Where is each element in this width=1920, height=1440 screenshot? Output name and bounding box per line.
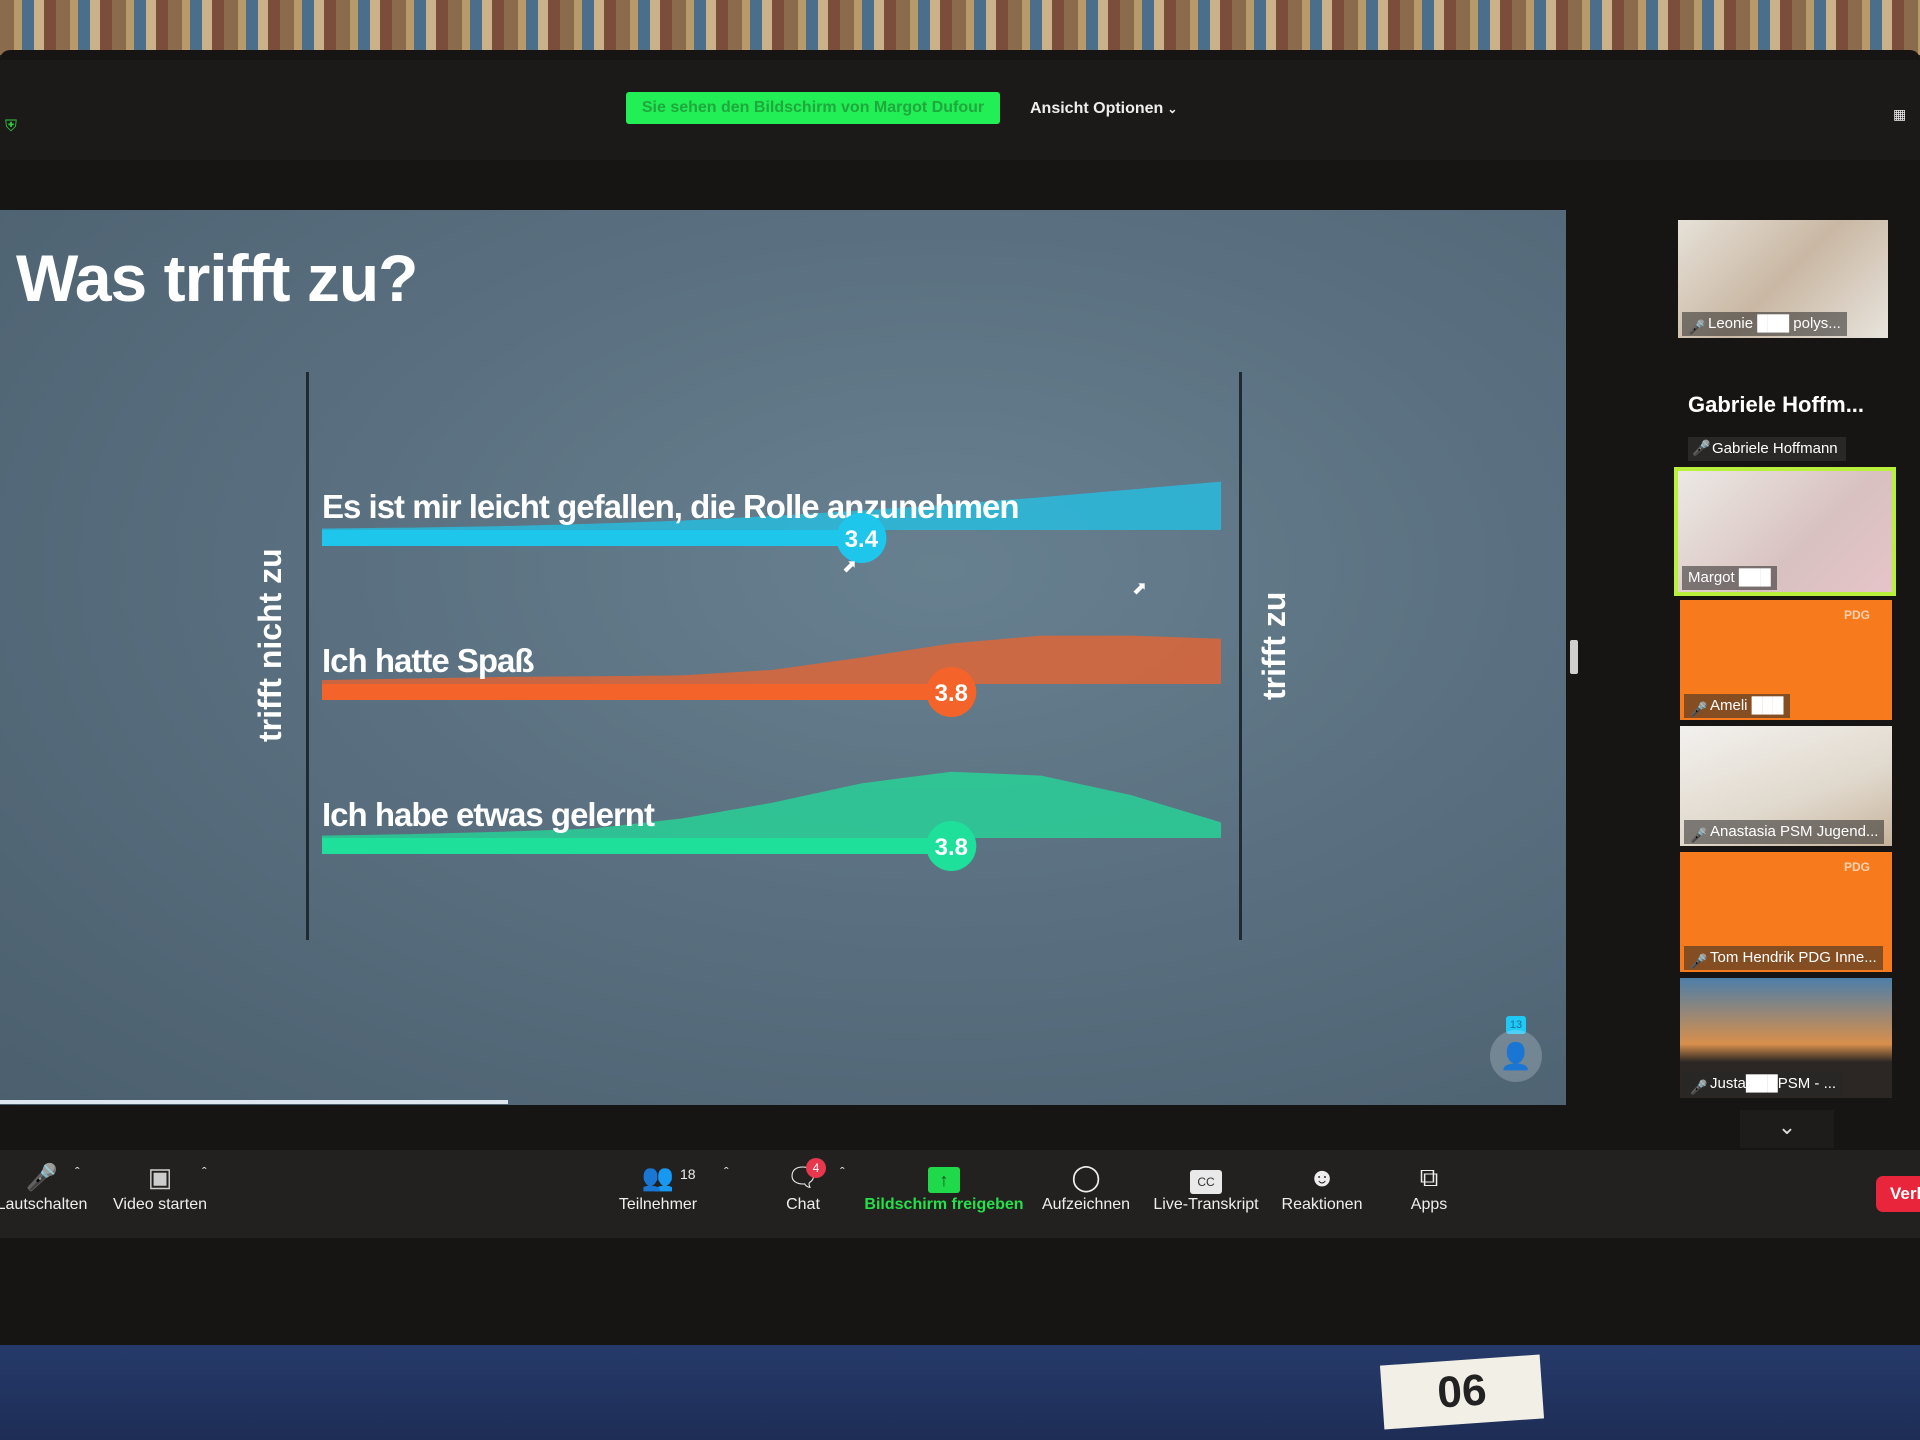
participant-name-text: Gabriele Hoffmann	[1712, 440, 1838, 457]
statement-label: Es ist mir leicht gefallen, die Rolle an…	[322, 488, 1019, 525]
slide-progress-bar	[0, 1100, 508, 1104]
participant-name-text: Anastasia PSM Jugend...	[1710, 823, 1879, 840]
smiley-plus-icon: ☻	[1308, 1162, 1336, 1192]
background-logo: PDG	[1843, 860, 1870, 874]
participants-label: Teilnehmer	[618, 1196, 698, 1213]
mean-value-label: 3.4	[845, 526, 879, 553]
muted-mic-icon: 🎤	[1690, 953, 1708, 969]
reactions-label: Reaktionen	[1281, 1196, 1363, 1213]
leave-meeting-button[interactable]: Verl	[1876, 1176, 1920, 1212]
start-video-label: Video starten	[113, 1196, 207, 1213]
chat-options-caret-icon[interactable]: ˆ	[840, 1164, 845, 1180]
photo-background: ⛨ Sie sehen den Bildschirm von Margot Du…	[0, 0, 1920, 1440]
share-screen-icon-wrap: ↑	[864, 1160, 1024, 1194]
participant-name: 🎤 Ameli ███	[1684, 694, 1790, 718]
participant-name: 🎤 Anastasia PSM Jugend...	[1684, 820, 1885, 844]
chevron-down-icon: ⌄	[1777, 1114, 1797, 1139]
share-screen-icon: ↑	[928, 1167, 960, 1193]
record-icon: ◯	[1071, 1162, 1101, 1192]
mouse-cursor-icon: ⬈	[1132, 578, 1148, 598]
participant-name-text: Leonie ███ polys...	[1708, 315, 1841, 332]
chat-button[interactable]: 🗨 Chat	[770, 1160, 836, 1214]
record-button[interactable]: ◯ Aufzeichnen	[1036, 1160, 1136, 1214]
muted-mic-icon: 🎤	[1688, 319, 1706, 335]
participant-name-text: Justa███PSM - ...	[1710, 1075, 1837, 1092]
muted-mic-icon: 🎤	[1690, 827, 1708, 843]
apps-button[interactable]: ⧉ Apps	[1402, 1160, 1456, 1214]
mean-bar	[322, 684, 952, 700]
active-speaker-tile[interactable]: Margot ███	[1674, 467, 1896, 596]
statement-label: Ich habe etwas gelernt	[322, 796, 655, 833]
cc-icon-wrap: CC	[1150, 1160, 1262, 1194]
participant-name: Margot ███	[1682, 566, 1777, 590]
inventory-sticker: 06	[1379, 1354, 1545, 1430]
mean-bar	[322, 838, 952, 854]
participant-name-text: Ameli ███	[1710, 697, 1784, 714]
live-transcript-button[interactable]: CC Live-Transkript	[1150, 1160, 1262, 1214]
mean-value-label: 3.8	[935, 834, 968, 861]
audience-person-icon[interactable]: 👤	[1490, 1030, 1542, 1082]
live-transcript-label: Live-Transkript	[1153, 1196, 1259, 1213]
apps-label: Apps	[1410, 1196, 1448, 1213]
audio-options-caret-icon[interactable]: ˆ	[75, 1164, 80, 1180]
background-logo: PDG	[1843, 608, 1870, 622]
closed-caption-icon: CC	[1190, 1170, 1222, 1194]
video-options-caret-icon[interactable]: ˆ	[202, 1164, 207, 1180]
participant-name: 🎤 Gabriele Hoffmann	[1688, 437, 1846, 461]
share-screen-button[interactable]: ↑ Bildschirm freigeben	[864, 1160, 1024, 1214]
participant-tile[interactable]: 🎤 Anastasia PSM Jugend...	[1680, 726, 1892, 846]
muted-mic-icon: 🎤	[1690, 1079, 1708, 1095]
chat-bubble-icon: 🗨	[786, 1162, 820, 1192]
participant-tile[interactable]: PDG 🎤 Tom Hendrik PDG Inne...	[1680, 852, 1892, 972]
mean-bar	[322, 530, 862, 546]
participant-name: 🎤 Tom Hendrik PDG Inne...	[1684, 946, 1883, 970]
unmute-label: Lautschalten	[0, 1196, 88, 1213]
laptop-base	[0, 1345, 1920, 1440]
participant-tile[interactable]: 🎤 Justa███PSM - ...	[1680, 978, 1892, 1098]
reactions-button[interactable]: ☻ Reaktionen	[1276, 1160, 1368, 1214]
unread-chat-badge: 4	[806, 1158, 826, 1178]
participant-name-text: Tom Hendrik PDG Inne...	[1710, 949, 1877, 966]
mouse-cursor-icon: ⬈	[842, 556, 858, 576]
chat-label: Chat	[786, 1196, 820, 1213]
split-view-drag-handle[interactable]	[1570, 640, 1578, 674]
record-label: Aufzeichnen	[1041, 1196, 1131, 1213]
participant-tile[interactable]: 🎤 Leonie ███ polys...	[1678, 220, 1888, 338]
participant-count: 18	[680, 1166, 696, 1182]
share-screen-label: Bildschirm freigeben	[864, 1196, 1024, 1213]
muted-mic-icon: 🎤	[1692, 440, 1711, 457]
muted-mic-icon: 🎤	[1690, 701, 1708, 717]
participant-name: 🎤 Leonie ███ polys...	[1682, 312, 1847, 336]
participant-display-name: Gabriele Hoffm...	[1688, 392, 1865, 417]
participant-name: 🎤 Justa███PSM - ...	[1684, 1072, 1843, 1096]
apps-icon: ⧉	[1419, 1162, 1439, 1192]
gallery-scroll-down-button[interactable]: ⌄	[1740, 1110, 1834, 1148]
mean-value-label: 3.8	[935, 680, 968, 707]
participant-name-text: Margot ███	[1688, 569, 1771, 586]
participants-options-caret-icon[interactable]: ˆ	[724, 1164, 729, 1180]
participant-tile-no-video[interactable]: Gabriele Hoffm... 🎤 Gabriele Hoffmann	[1678, 380, 1888, 470]
statement-label: Ich hatte Spaß	[322, 642, 534, 679]
participant-tile[interactable]: PDG 🎤 Ameli ███	[1680, 600, 1892, 720]
